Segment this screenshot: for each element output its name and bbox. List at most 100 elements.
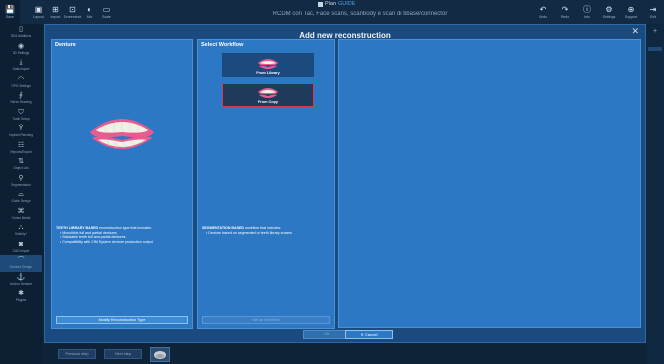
toolbar-label: Save bbox=[6, 15, 14, 19]
sidebar-item-label: Object List bbox=[13, 166, 29, 171]
save-button[interactable]: 💾 Save bbox=[0, 0, 20, 24]
layout-button[interactable]: ▣ Layout bbox=[30, 0, 47, 24]
toolbar-label: Info bbox=[584, 15, 590, 19]
sidebar-item-3d-settings[interactable]: ◉ 3D Settings bbox=[0, 41, 42, 58]
model-thumbnail[interactable] bbox=[150, 347, 170, 362]
nerve-icon: ∮ bbox=[19, 92, 23, 100]
data-import-icon: ⤓ bbox=[19, 59, 23, 67]
right-panel-strip: + bbox=[646, 24, 664, 364]
sidebar-item-label: Anchor Denture bbox=[9, 281, 33, 286]
right-panel-tab[interactable] bbox=[648, 47, 662, 51]
sidebar-item-data-import[interactable]: ⤓ Data Import bbox=[0, 57, 42, 74]
workflow-panel-title: Select Workflow bbox=[201, 42, 244, 48]
add-view-icon[interactable]: + bbox=[646, 28, 664, 35]
sidebar-item-label: Crown Model bbox=[11, 215, 31, 220]
denture-icon bbox=[258, 88, 278, 98]
denture-desc-text: reconstruction type that includes: bbox=[98, 226, 152, 230]
dicom-icon: ▯ bbox=[19, 26, 23, 34]
set-workflow-button[interactable]: Set as Workflow bbox=[202, 316, 330, 324]
sidebar-item-crown-model[interactable]: ⌘ Crown Model bbox=[0, 206, 42, 223]
sidebar-item-label: Tooth Setup bbox=[12, 116, 30, 121]
workflow-option-from-library[interactable]: From Library bbox=[222, 53, 314, 77]
rectangle-icon: ▭ bbox=[102, 5, 111, 14]
undo-icon: ↶ bbox=[539, 5, 547, 14]
sidebar-item-tooth[interactable]: ⛉ Tooth Setup bbox=[0, 107, 42, 124]
tooth-icon: ⛉ bbox=[18, 108, 24, 116]
sidebar-item-denture[interactable]: ⌒ Denture Design bbox=[0, 255, 42, 272]
sidebar-item-label: Guide Design bbox=[11, 199, 31, 204]
scale-button[interactable]: ▭ Scale bbox=[98, 0, 115, 24]
sidebar-item-smilefy[interactable]: ⛬ Smilefy+ bbox=[0, 222, 42, 239]
plugins-icon: ✱ bbox=[18, 290, 24, 298]
implant-icon: Ÿ bbox=[18, 125, 24, 133]
sidebar-item-cad-import[interactable]: ◙ CAD Import bbox=[0, 239, 42, 256]
opg-icon: ◠ bbox=[17, 75, 25, 83]
smilefy-icon: ⛬ bbox=[18, 224, 24, 232]
sidebar-item-opg[interactable]: ◠ OPG Settings bbox=[0, 74, 42, 91]
close-icon: ✕ bbox=[360, 332, 364, 337]
info-icon: ⓘ bbox=[583, 5, 591, 14]
sidebar-item-implant[interactable]: Ÿ Implant Planning bbox=[0, 123, 42, 140]
sidebar-item-label: Nerve Drawing bbox=[10, 100, 32, 105]
toolbar-label: Mix bbox=[86, 15, 93, 19]
settings-icon: ⚙ bbox=[605, 5, 613, 14]
project-title: RCDM con Tac, Face scans, scanbody e sca… bbox=[272, 11, 448, 17]
toolbar-left-group: 💾 Save ▣ Layout ⊞ Import ⊡ Screenshot ◐ … bbox=[0, 0, 115, 24]
workflow-option-from-copy[interactable]: From Copy bbox=[222, 83, 314, 107]
sidebar-item-guide-design[interactable]: ⌓ Guide Design bbox=[0, 189, 42, 206]
exit-button[interactable]: ⇥ Exit bbox=[642, 0, 664, 24]
cancel-button[interactable]: ✕ Cancel bbox=[345, 330, 393, 339]
sidebar-item-nerve[interactable]: ∮ Nerve Drawing bbox=[0, 90, 42, 107]
left-sidebar: ▯ 3D/2 Additions ◉ 3D Settings ⤓ Data Import ◠… bbox=[0, 24, 42, 364]
screenshot-button[interactable]: ⊡ Screenshot bbox=[64, 0, 82, 24]
sidebar-item-label: 3D Settings bbox=[12, 50, 30, 55]
list-item: Denture based on segmented or teeth libr… bbox=[206, 231, 332, 236]
sidebar-item-label: Plugins bbox=[15, 298, 27, 303]
modify-reconstruction-type-button[interactable]: Modify Reconstruction Type bbox=[56, 316, 188, 324]
contrast-icon: ◐ bbox=[87, 5, 92, 14]
list-item: Compatibility with CIM System denture pr… bbox=[60, 240, 190, 245]
denture-preview-image bbox=[90, 119, 154, 149]
toolbar-label: Redo bbox=[560, 15, 570, 19]
layout-icon: ▣ bbox=[34, 5, 43, 14]
next-step-button[interactable]: Next step bbox=[104, 349, 142, 359]
save-icon: 💾 bbox=[5, 5, 15, 14]
sidebar-item-plugins[interactable]: ✱ Plugins bbox=[0, 288, 42, 305]
redo-button[interactable]: ↷ Redo bbox=[554, 0, 576, 24]
guide-design-icon: ⌓ bbox=[18, 191, 24, 199]
denture-feature-list: Monolithic full and partial dentures Sta… bbox=[56, 231, 190, 245]
previous-step-button[interactable]: Previous step bbox=[58, 349, 96, 359]
workflow-desc-text: workflow that includes: bbox=[244, 226, 282, 230]
info-button[interactable]: ⓘ Info bbox=[576, 0, 598, 24]
sidebar-item-object-list[interactable]: ⇅ Object List bbox=[0, 156, 42, 173]
bottom-bar: Previous step Next step bbox=[42, 343, 646, 364]
crown-model-icon: ⌘ bbox=[17, 207, 25, 215]
toolbar-label: Layout bbox=[33, 15, 44, 19]
ok-button[interactable]: OK bbox=[303, 330, 351, 339]
denture-panel-title: Denture bbox=[55, 42, 76, 48]
sidebar-item-anchor[interactable]: ⚓ Anchor Denture bbox=[0, 272, 42, 289]
dialog-header: Add new reconstruction ✕ bbox=[45, 25, 645, 40]
denture-panel: Denture TEETH LIBRARY BASED reconstructi… bbox=[51, 39, 193, 329]
top-toolbar: 💾 Save ▣ Layout ⊞ Import ⊡ Screenshot ◐ … bbox=[0, 0, 664, 24]
sidebar-item-dicom[interactable]: ▯ 3D/2 Additions bbox=[0, 24, 42, 41]
support-button[interactable]: ⊕ Support bbox=[620, 0, 642, 24]
workflow-option-label: From Copy bbox=[257, 100, 279, 104]
select-workflow-panel: Select Workflow From Library From Copy S… bbox=[197, 39, 335, 329]
app-window: 💾 Save ▣ Layout ⊞ Import ⊡ Screenshot ◐ … bbox=[0, 0, 664, 364]
sidebar-item-segmentation[interactable]: ⚲ Segmentation bbox=[0, 173, 42, 190]
import-button[interactable]: ⊞ Import bbox=[47, 0, 64, 24]
undo-button[interactable]: ↶ Undo bbox=[532, 0, 554, 24]
sidebar-item-label: CAD Import bbox=[12, 248, 30, 253]
settings-button[interactable]: ⚙ Settings bbox=[598, 0, 620, 24]
contrast-button[interactable]: ◐ Mix bbox=[81, 0, 98, 24]
workflow-option-label: From Library bbox=[256, 71, 280, 75]
sidebar-item-reports[interactable]: ☷ Reports/Export bbox=[0, 140, 42, 157]
sidebar-item-label: OPG Settings bbox=[11, 83, 31, 88]
add-reconstruction-dialog: Add new reconstruction ✕ Denture TEETH L… bbox=[44, 24, 646, 343]
sidebar-item-label: Reports/Export bbox=[10, 149, 32, 154]
toolbar-label: Import bbox=[50, 15, 61, 19]
object-list-icon: ⇅ bbox=[18, 158, 24, 166]
workflow-description: SEGMENTATION BASED workflow that include… bbox=[202, 226, 332, 235]
close-icon[interactable]: ✕ bbox=[631, 26, 639, 37]
